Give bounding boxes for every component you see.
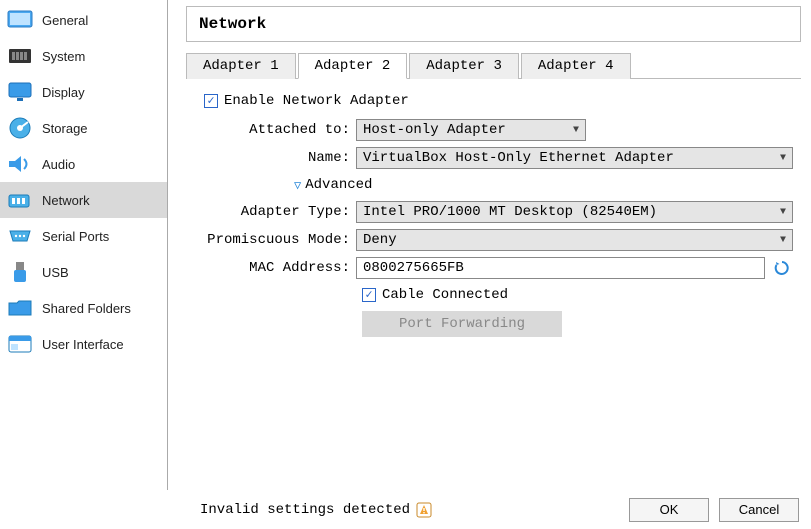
checkmark-icon: ✓: [362, 288, 376, 302]
sidebar-item-label: Serial Ports: [42, 229, 109, 244]
system-icon: [6, 42, 34, 70]
warning-icon: [416, 502, 432, 518]
adapter-type-select[interactable]: Intel PRO/1000 MT Desktop (82540EM) ▼: [356, 201, 793, 223]
chevron-down-icon: ▼: [780, 207, 786, 218]
shared-folders-icon: [6, 294, 34, 322]
attached-to-value: Host-only Adapter: [363, 122, 506, 138]
name-label: Name:: [194, 150, 356, 166]
footer: Invalid settings detected OK Cancel: [0, 491, 811, 529]
cable-connected-label: Cable Connected: [382, 287, 508, 303]
sidebar-item-audio[interactable]: Audio: [0, 146, 167, 182]
triangle-down-icon: ▽: [294, 178, 301, 193]
enable-adapter-label: Enable Network Adapter: [224, 93, 409, 109]
promiscuous-mode-select[interactable]: Deny ▼: [356, 229, 793, 251]
mac-address-input[interactable]: 0800275665FB: [356, 257, 765, 279]
sidebar-item-general[interactable]: General: [0, 2, 167, 38]
mac-refresh-button[interactable]: [771, 257, 793, 279]
name-value: VirtualBox Host-Only Ethernet Adapter: [363, 150, 674, 166]
sidebar-item-storage[interactable]: Storage: [0, 110, 167, 146]
sidebar-item-user-interface[interactable]: User Interface: [0, 326, 167, 362]
status-text: Invalid settings detected: [200, 502, 410, 518]
sidebar-item-label: Storage: [42, 121, 88, 136]
tab-adapter-2[interactable]: Adapter 2: [298, 53, 408, 79]
sidebar-item-label: Audio: [42, 157, 75, 172]
adapter-type-label: Adapter Type:: [194, 204, 356, 220]
sidebar-item-label: Shared Folders: [42, 301, 131, 316]
chevron-down-icon: ▼: [573, 125, 579, 136]
sidebar-item-label: Network: [42, 193, 90, 208]
page-title: Network: [186, 6, 801, 42]
mac-address-value: 0800275665FB: [363, 260, 464, 276]
promiscuous-mode-value: Deny: [363, 232, 397, 248]
sidebar-item-usb[interactable]: USB: [0, 254, 167, 290]
network-icon: [6, 186, 34, 214]
sidebar-item-display[interactable]: Display: [0, 74, 167, 110]
name-select[interactable]: VirtualBox Host-Only Ethernet Adapter ▼: [356, 147, 793, 169]
usb-icon: [6, 258, 34, 286]
mac-address-label: MAC Address:: [194, 260, 356, 276]
sidebar-item-label: General: [42, 13, 88, 28]
chevron-down-icon: ▼: [780, 153, 786, 164]
user-interface-icon: [6, 330, 34, 358]
adapter-type-value: Intel PRO/1000 MT Desktop (82540EM): [363, 204, 657, 220]
cable-connected-checkbox[interactable]: ✓ Cable Connected: [362, 287, 508, 303]
advanced-toggle[interactable]: ▽ Advanced: [194, 177, 793, 193]
sidebar-item-label: USB: [42, 265, 69, 280]
tab-adapter-3[interactable]: Adapter 3: [409, 53, 519, 79]
sidebar: General System Display Storage Audio: [0, 0, 168, 490]
adapter-form: ✓ Enable Network Adapter Attached to: Ho…: [186, 79, 801, 337]
sidebar-item-label: User Interface: [42, 337, 124, 352]
checkmark-icon: ✓: [204, 94, 218, 108]
main-panel: Network Adapter 1 Adapter 2 Adapter 3 Ad…: [168, 0, 811, 490]
general-icon: [6, 6, 34, 34]
audio-icon: [6, 150, 34, 178]
advanced-label: Advanced: [305, 177, 372, 193]
tab-adapter-1[interactable]: Adapter 1: [186, 53, 296, 79]
refresh-icon: [773, 259, 791, 277]
attached-to-label: Attached to:: [194, 122, 356, 138]
sidebar-item-shared-folders[interactable]: Shared Folders: [0, 290, 167, 326]
display-icon: [6, 78, 34, 106]
storage-icon: [6, 114, 34, 142]
ok-button[interactable]: OK: [629, 498, 709, 522]
port-forwarding-button: Port Forwarding: [362, 311, 562, 337]
sidebar-item-label: System: [42, 49, 85, 64]
serial-ports-icon: [6, 222, 34, 250]
promiscuous-mode-label: Promiscuous Mode:: [194, 232, 356, 248]
sidebar-item-label: Display: [42, 85, 85, 100]
tab-adapter-4[interactable]: Adapter 4: [521, 53, 631, 79]
chevron-down-icon: ▼: [780, 235, 786, 246]
attached-to-select[interactable]: Host-only Adapter ▼: [356, 119, 586, 141]
sidebar-item-network[interactable]: Network: [0, 182, 167, 218]
tabs: Adapter 1 Adapter 2 Adapter 3 Adapter 4: [186, 52, 801, 79]
sidebar-item-system[interactable]: System: [0, 38, 167, 74]
cancel-button[interactable]: Cancel: [719, 498, 799, 522]
enable-adapter-checkbox[interactable]: ✓ Enable Network Adapter: [194, 93, 793, 109]
sidebar-item-serial-ports[interactable]: Serial Ports: [0, 218, 167, 254]
